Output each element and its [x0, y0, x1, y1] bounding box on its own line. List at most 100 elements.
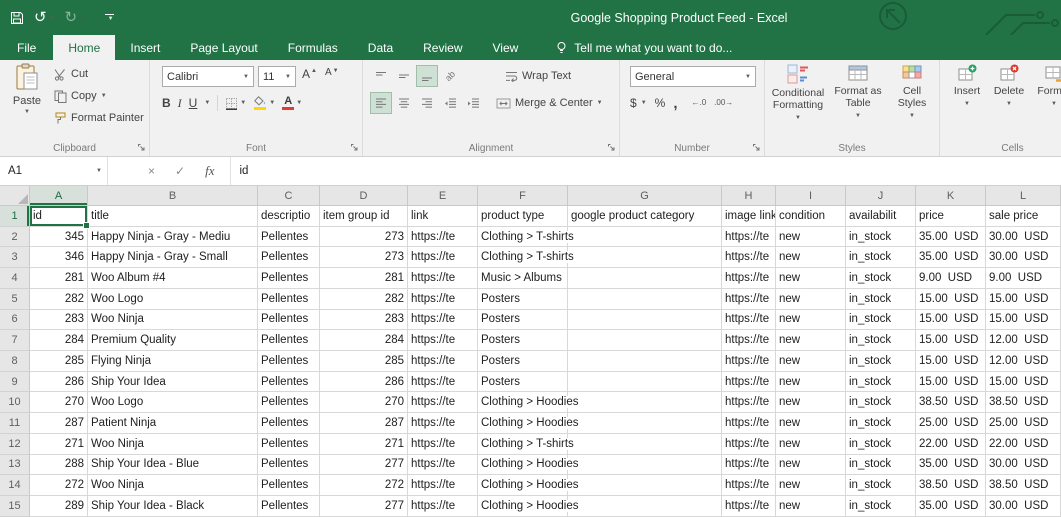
cell-J6[interactable]: in_stock	[846, 310, 916, 331]
cell-F11[interactable]: Clothing > Hoodies	[478, 413, 568, 434]
cell-E7[interactable]: https://te	[408, 330, 478, 351]
cell-J2[interactable]: in_stock	[846, 227, 916, 248]
cell-F6[interactable]: Posters	[478, 310, 568, 331]
row-header-12[interactable]: 12	[0, 434, 30, 455]
cell-J8[interactable]: in_stock	[846, 351, 916, 372]
cell-K14[interactable]: 38.50 USD	[916, 475, 986, 496]
top-align-button[interactable]	[371, 66, 391, 86]
middle-align-button[interactable]	[394, 66, 414, 86]
row-header-2[interactable]: 2	[0, 227, 30, 248]
cell-D12[interactable]: 271	[320, 434, 408, 455]
accounting-format-button[interactable]: $▼	[630, 96, 647, 110]
cell-B1[interactable]: title	[88, 206, 258, 227]
cell-H11[interactable]: https://te	[722, 413, 776, 434]
enter-button[interactable]: ✓	[175, 164, 185, 178]
font-name-combo[interactable]: Calibri ▼	[162, 66, 254, 87]
tab-home[interactable]: Home	[53, 35, 115, 60]
number-format-combo[interactable]: General ▼	[630, 66, 756, 87]
cell-B10[interactable]: Woo Logo	[88, 392, 258, 413]
cell-G3[interactable]	[568, 247, 722, 268]
cell-E5[interactable]: https://te	[408, 289, 478, 310]
cell-G5[interactable]	[568, 289, 722, 310]
cell-B4[interactable]: Woo Album #4	[88, 268, 258, 289]
format-as-table-button[interactable]: Format as Table ▼	[831, 64, 885, 122]
save-button[interactable]	[10, 11, 24, 25]
cell-G7[interactable]	[568, 330, 722, 351]
cell-H4[interactable]: https://te	[722, 268, 776, 289]
cell-I15[interactable]: new	[776, 496, 846, 517]
cell-I8[interactable]: new	[776, 351, 846, 372]
cell-E6[interactable]: https://te	[408, 310, 478, 331]
column-header-I[interactable]: I	[776, 186, 846, 206]
cell-C8[interactable]: Pellentes	[258, 351, 320, 372]
cell-K8[interactable]: 15.00 USD	[916, 351, 986, 372]
cell-C5[interactable]: Pellentes	[258, 289, 320, 310]
cell-G4[interactable]	[568, 268, 722, 289]
cell-L1[interactable]: sale price	[986, 206, 1061, 227]
cell-I14[interactable]: new	[776, 475, 846, 496]
cell-J3[interactable]: in_stock	[846, 247, 916, 268]
cell-F8[interactable]: Posters	[478, 351, 568, 372]
cell-D10[interactable]: 270	[320, 392, 408, 413]
cell-K4[interactable]: 9.00 USD	[916, 268, 986, 289]
number-dialog-launcher[interactable]	[751, 142, 762, 153]
cell-A8[interactable]: 285	[30, 351, 88, 372]
cell-A14[interactable]: 272	[30, 475, 88, 496]
font-size-combo[interactable]: 11 ▼	[258, 66, 296, 87]
cell-H10[interactable]: https://te	[722, 392, 776, 413]
cell-L12[interactable]: 22.00 USD	[986, 434, 1061, 455]
cell-G11[interactable]	[568, 413, 722, 434]
cell-H14[interactable]: https://te	[722, 475, 776, 496]
cell-C9[interactable]: Pellentes	[258, 372, 320, 393]
cell-J12[interactable]: in_stock	[846, 434, 916, 455]
cell-L10[interactable]: 38.50 USD	[986, 392, 1061, 413]
name-box[interactable]: A1 ▼	[0, 157, 108, 185]
cell-E11[interactable]: https://te	[408, 413, 478, 434]
cell-C13[interactable]: Pellentes	[258, 455, 320, 476]
cell-C10[interactable]: Pellentes	[258, 392, 320, 413]
cell-L14[interactable]: 38.50 USD	[986, 475, 1061, 496]
cell-E1[interactable]: link	[408, 206, 478, 227]
cell-E10[interactable]: https://te	[408, 392, 478, 413]
cell-K1[interactable]: price	[916, 206, 986, 227]
cell-L4[interactable]: 9.00 USD	[986, 268, 1061, 289]
cell-D11[interactable]: 287	[320, 413, 408, 434]
cell-B5[interactable]: Woo Logo	[88, 289, 258, 310]
formula-bar-input[interactable]: id	[231, 165, 1061, 177]
cell-B7[interactable]: Premium Quality	[88, 330, 258, 351]
column-header-D[interactable]: D	[320, 186, 408, 206]
decrease-decimal-button[interactable]: .00→	[714, 99, 733, 107]
cell-C14[interactable]: Pellentes	[258, 475, 320, 496]
column-header-C[interactable]: C	[258, 186, 320, 206]
tab-file[interactable]: File	[0, 35, 53, 60]
cell-C1[interactable]: descriptio	[258, 206, 320, 227]
cell-D14[interactable]: 272	[320, 475, 408, 496]
cell-I10[interactable]: new	[776, 392, 846, 413]
insert-function-button[interactable]: fx	[205, 163, 214, 179]
row-header-7[interactable]: 7	[0, 330, 30, 351]
cell-D1[interactable]: item group id	[320, 206, 408, 227]
bold-button[interactable]: B	[162, 96, 171, 110]
cell-F9[interactable]: Posters	[478, 372, 568, 393]
cell-I13[interactable]: new	[776, 455, 846, 476]
cell-H13[interactable]: https://te	[722, 455, 776, 476]
cell-C3[interactable]: Pellentes	[258, 247, 320, 268]
cell-H7[interactable]: https://te	[722, 330, 776, 351]
cell-F7[interactable]: Posters	[478, 330, 568, 351]
cell-L15[interactable]: 30.00 USD	[986, 496, 1061, 517]
cell-A5[interactable]: 282	[30, 289, 88, 310]
cell-styles-button[interactable]: Cell Styles ▼	[889, 64, 935, 122]
tell-me-box[interactable]: Tell me what you want to do...	[547, 35, 740, 60]
row-header-6[interactable]: 6	[0, 310, 30, 331]
cell-H15[interactable]: https://te	[722, 496, 776, 517]
cell-K13[interactable]: 35.00 USD	[916, 455, 986, 476]
row-header-8[interactable]: 8	[0, 351, 30, 372]
cell-A9[interactable]: 286	[30, 372, 88, 393]
cell-C6[interactable]: Pellentes	[258, 310, 320, 331]
cell-B13[interactable]: Ship Your Idea - Blue	[88, 455, 258, 476]
row-header-5[interactable]: 5	[0, 289, 30, 310]
cell-F1[interactable]: product type	[478, 206, 568, 227]
align-left-button[interactable]	[371, 93, 391, 113]
font-dialog-launcher[interactable]	[349, 142, 360, 153]
cell-E14[interactable]: https://te	[408, 475, 478, 496]
